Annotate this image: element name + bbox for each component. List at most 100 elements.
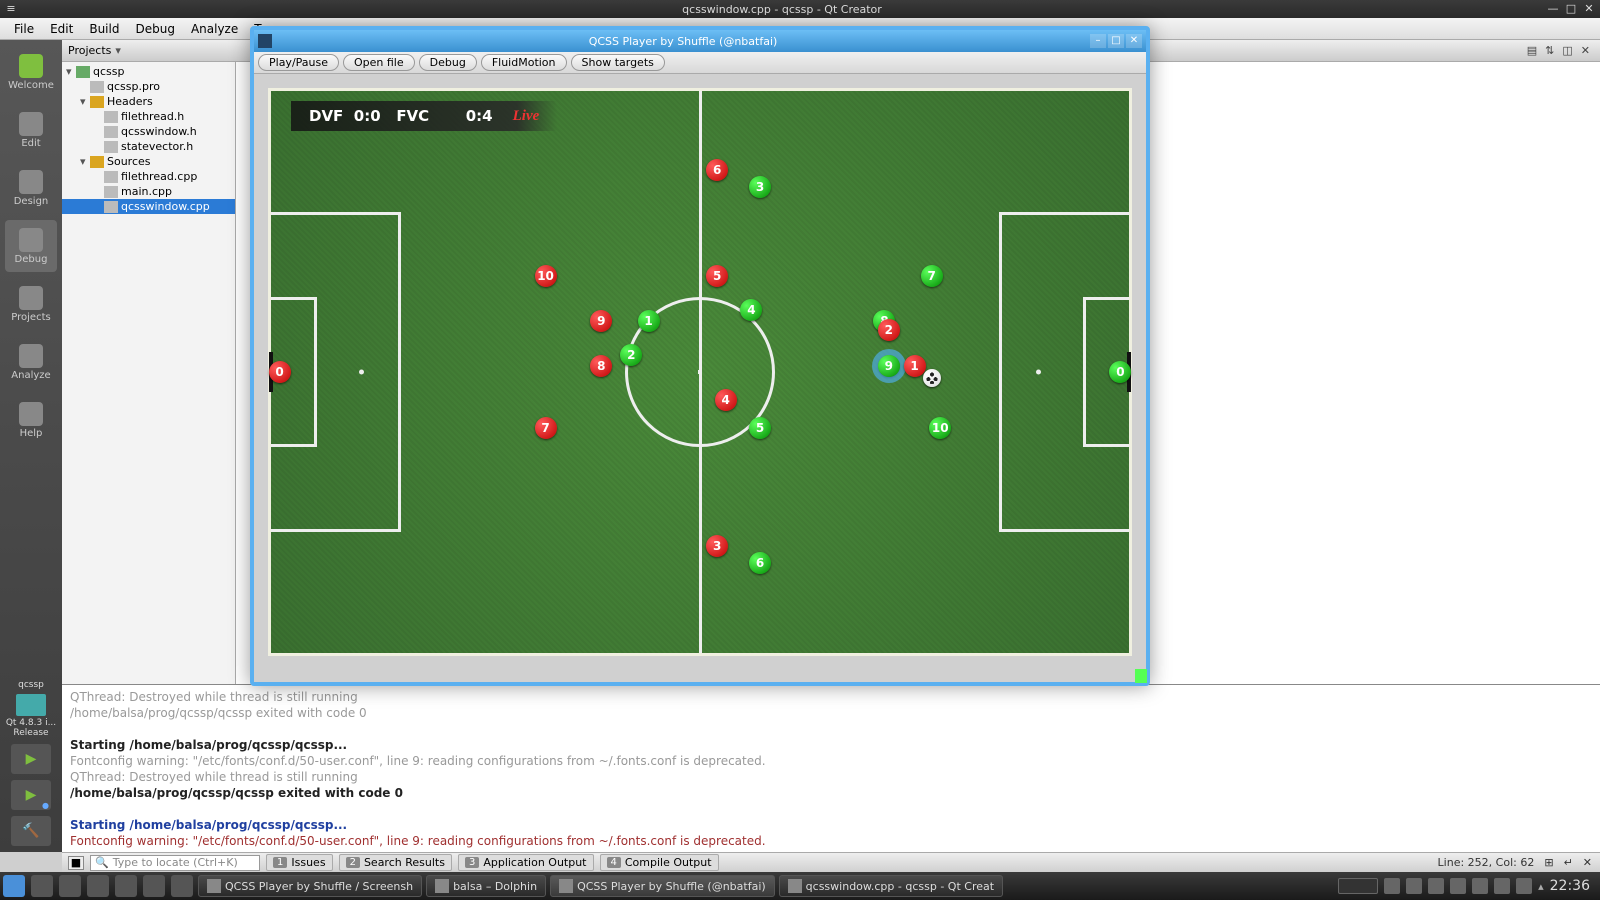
app-menu-icon[interactable]: ≡: [4, 2, 18, 16]
player-red-5[interactable]: 5: [706, 265, 728, 287]
tree-item[interactable]: filethread.h: [62, 109, 235, 124]
minimize-icon[interactable]: —: [1546, 2, 1560, 16]
kickoff-icon[interactable]: [3, 875, 25, 897]
taskbar-task[interactable]: qcsswindow.cpp - qcssp - Qt Creat: [779, 875, 1003, 897]
browser-launcher-icon[interactable]: [143, 875, 165, 897]
tree-item[interactable]: qcssp.pro: [62, 79, 235, 94]
mode-design[interactable]: Design: [5, 162, 57, 214]
activities-icon[interactable]: [31, 875, 53, 897]
kit-config: Release: [6, 728, 56, 738]
debug-run-button[interactable]: ▶●: [11, 780, 51, 810]
player-green-3[interactable]: 3: [749, 176, 771, 198]
run-button[interactable]: ▶: [11, 744, 51, 774]
tree-item[interactable]: ▾Headers: [62, 94, 235, 109]
keyboard-tray-icon[interactable]: [1406, 878, 1422, 894]
mode-help[interactable]: Help: [5, 394, 57, 446]
qcss-open-file-button[interactable]: Open file: [343, 54, 415, 71]
clipboard-tray-icon[interactable]: [1450, 878, 1466, 894]
output-tab-search-results[interactable]: 2Search Results: [339, 854, 452, 871]
taskbar-task[interactable]: balsa – Dolphin: [426, 875, 546, 897]
player-red-3[interactable]: 3: [706, 535, 728, 557]
build-button[interactable]: 🔨: [11, 816, 51, 846]
battery-tray-icon[interactable]: [1516, 878, 1532, 894]
output-tab-issues[interactable]: 1Issues: [266, 854, 333, 871]
pager-icon[interactable]: [1338, 878, 1378, 894]
sync-icon[interactable]: ⇅: [1541, 44, 1558, 57]
tree-item[interactable]: filethread.cpp: [62, 169, 235, 184]
qcss-fluidmotion-button[interactable]: FluidMotion: [481, 54, 567, 71]
updates-tray-icon[interactable]: [1472, 878, 1488, 894]
split-icon[interactable]: ◫: [1558, 44, 1576, 57]
qcss-debug-button[interactable]: Debug: [419, 54, 477, 71]
player-red-7[interactable]: 7: [535, 417, 557, 439]
volume-tray-icon[interactable]: [1494, 878, 1510, 894]
player-green-1[interactable]: 1: [638, 310, 660, 332]
qcss-play-pause-button[interactable]: Play/Pause: [258, 54, 339, 71]
player-green-4[interactable]: 4: [740, 299, 762, 321]
tree-item[interactable]: ▾Sources: [62, 154, 235, 169]
player-green-10[interactable]: 10: [929, 417, 951, 439]
mode-debug[interactable]: Debug: [5, 220, 57, 272]
player-red-10[interactable]: 10: [535, 265, 557, 287]
locator-input[interactable]: 🔍 Type to locate (Ctrl+K): [90, 855, 260, 871]
player-red-6[interactable]: 6: [706, 159, 728, 181]
output-tab-application-output[interactable]: 3Application Output: [458, 854, 594, 871]
qcss-minimize-icon[interactable]: –: [1090, 34, 1106, 48]
tray-expand-icon[interactable]: ▴: [1538, 880, 1544, 893]
clock[interactable]: 22:36: [1550, 878, 1590, 894]
application-output-pane[interactable]: ✕ ˇ ˆ QThread: Destroyed while thread is…: [62, 684, 1600, 852]
mode-analyze[interactable]: Analyze: [5, 336, 57, 388]
player-green-7[interactable]: 7: [921, 265, 943, 287]
tree-item[interactable]: statevector.h: [62, 139, 235, 154]
menu-build[interactable]: Build: [81, 20, 127, 38]
line-ending-icon[interactable]: ↵: [1564, 856, 1573, 869]
player-green-0[interactable]: 0: [1109, 361, 1131, 383]
mode-edit[interactable]: Edit: [5, 104, 57, 156]
menu-file[interactable]: File: [6, 20, 42, 38]
soccer-field[interactable]: DVF 0:0 FVC 0:4 Live 0123456789100109876…: [268, 88, 1132, 656]
player-green-5[interactable]: 5: [749, 417, 771, 439]
output-tab-compile-output[interactable]: 4Compile Output: [600, 854, 719, 871]
player-red-0[interactable]: 0: [269, 361, 291, 383]
dolphin-launcher-icon[interactable]: [59, 875, 81, 897]
mode-welcome[interactable]: Welcome: [5, 46, 57, 98]
close-pane-icon[interactable]: ✕: [1577, 44, 1594, 57]
kit-selector[interactable]: qcssp Qt 4.8.3 i... Release: [6, 680, 56, 738]
terminal-launcher-icon[interactable]: [87, 875, 109, 897]
mode-projects[interactable]: Projects: [5, 278, 57, 330]
taskbar-task[interactable]: QCSS Player by Shuffle / Screensh: [198, 875, 422, 897]
network-tray-icon[interactable]: [1428, 878, 1444, 894]
qcss-close-icon[interactable]: ✕: [1126, 34, 1142, 48]
maximize-icon[interactable]: □: [1564, 2, 1578, 16]
calc-launcher-icon[interactable]: [171, 875, 193, 897]
taskbar-task[interactable]: QCSS Player by Shuffle (@nbatfai): [550, 875, 775, 897]
qcss-show-targets-button[interactable]: Show targets: [571, 54, 665, 71]
resize-grip[interactable]: [1135, 669, 1147, 683]
encoding-icon[interactable]: ⊞: [1544, 856, 1553, 869]
tree-item[interactable]: ▾qcssp: [62, 64, 235, 79]
menu-analyze[interactable]: Analyze: [183, 20, 246, 38]
qcss-maximize-icon[interactable]: □: [1108, 34, 1124, 48]
dropdown-icon[interactable]: ▾: [115, 44, 121, 57]
filter-icon[interactable]: ▤: [1523, 44, 1541, 57]
player-red-9[interactable]: 9: [590, 310, 612, 332]
menu-debug[interactable]: Debug: [127, 20, 182, 38]
search-icon: 🔍: [95, 856, 109, 869]
player-green-6[interactable]: 6: [749, 552, 771, 574]
tree-item[interactable]: qcsswindow.cpp: [62, 199, 235, 214]
menu-edit[interactable]: Edit: [42, 20, 81, 38]
player-red-8[interactable]: 8: [590, 355, 612, 377]
ball[interactable]: [923, 369, 941, 387]
stop-button[interactable]: ■: [68, 856, 84, 870]
tree-item[interactable]: qcsswindow.h: [62, 124, 235, 139]
close-editor-icon[interactable]: ✕: [1583, 856, 1592, 869]
close-icon[interactable]: ✕: [1582, 2, 1596, 16]
player-red-4[interactable]: 4: [715, 389, 737, 411]
player-green-2[interactable]: 2: [620, 344, 642, 366]
tree-item[interactable]: main.cpp: [62, 184, 235, 199]
texteditor-launcher-icon[interactable]: [115, 875, 137, 897]
qcss-titlebar[interactable]: QCSS Player by Shuffle (@nbatfai) – □ ✕: [254, 30, 1146, 52]
player-green-9[interactable]: 9: [878, 355, 900, 377]
info-tray-icon[interactable]: [1384, 878, 1400, 894]
player-red-2[interactable]: 2: [878, 319, 900, 341]
